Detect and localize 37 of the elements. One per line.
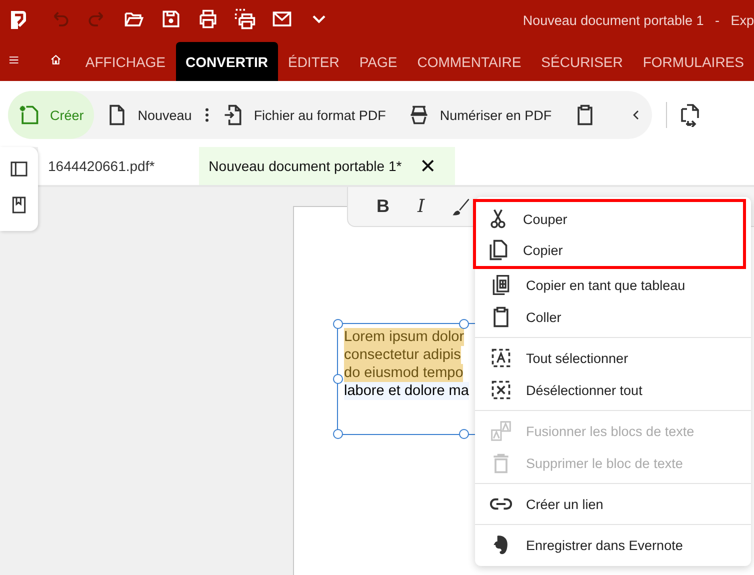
resize-handle[interactable] bbox=[333, 319, 343, 329]
ribbon-tab[interactable]: ÉDITER bbox=[278, 42, 350, 81]
ribbon-tab[interactable]: FORMULAIRES bbox=[632, 42, 754, 81]
ribbon-tab[interactable]: CONVERTIR bbox=[176, 42, 278, 81]
resize-handle[interactable] bbox=[459, 319, 469, 329]
menu-item[interactable]: Créer un lien bbox=[475, 488, 751, 520]
document-tab-label: Nouveau document portable 1* bbox=[208, 158, 402, 174]
new-file-icon bbox=[18, 104, 40, 126]
ribbon-tab[interactable]: AFFICHAGE bbox=[75, 42, 176, 81]
italic-button[interactable]: I bbox=[406, 195, 436, 218]
menu-item[interactable]: Copier en tant que tableau bbox=[475, 269, 751, 301]
resize-handle[interactable] bbox=[333, 429, 343, 439]
ribbon-button[interactable]: Nouveau bbox=[96, 91, 202, 139]
deselect-icon bbox=[490, 379, 512, 401]
document-tab-label: 1644420661.pdf* bbox=[48, 158, 155, 174]
panel-icon[interactable] bbox=[9, 159, 29, 179]
ribbon-tab[interactable]: PAGE bbox=[349, 42, 408, 81]
menu-item[interactable]: Enregistrer dans Evernote bbox=[475, 529, 751, 561]
ribbon-tab[interactable]: COMMENTAIRE bbox=[407, 42, 532, 81]
window-title: Nouveau document portable 1 - Exp bbox=[522, 12, 754, 28]
resize-handle[interactable] bbox=[459, 429, 469, 439]
menu-item[interactable]: Copier bbox=[473, 234, 746, 269]
ribbon-button[interactable]: Créer bbox=[8, 91, 94, 139]
ribbon-tab[interactable]: SÉCURISER bbox=[531, 42, 633, 81]
document-tab[interactable]: 1644420661.pdf* bbox=[38, 147, 167, 185]
merge-text-icon bbox=[490, 420, 512, 442]
ribbon-button[interactable]: Fichier au format PDF bbox=[212, 91, 396, 139]
ribbon-button[interactable]: Numériser en PDF bbox=[398, 91, 562, 139]
resize-handle[interactable] bbox=[333, 374, 343, 384]
document-tab[interactable]: Nouveau document portable 1* ✕ bbox=[198, 147, 455, 185]
bold-button[interactable]: B bbox=[368, 195, 398, 218]
select-all-icon bbox=[490, 347, 512, 369]
menu-item[interactable]: Couper bbox=[473, 199, 746, 234]
copy-table-icon bbox=[490, 274, 512, 296]
copy-icon bbox=[487, 239, 509, 261]
more-options-icon[interactable] bbox=[204, 106, 210, 124]
close-button[interactable]: ✕ bbox=[414, 154, 443, 178]
